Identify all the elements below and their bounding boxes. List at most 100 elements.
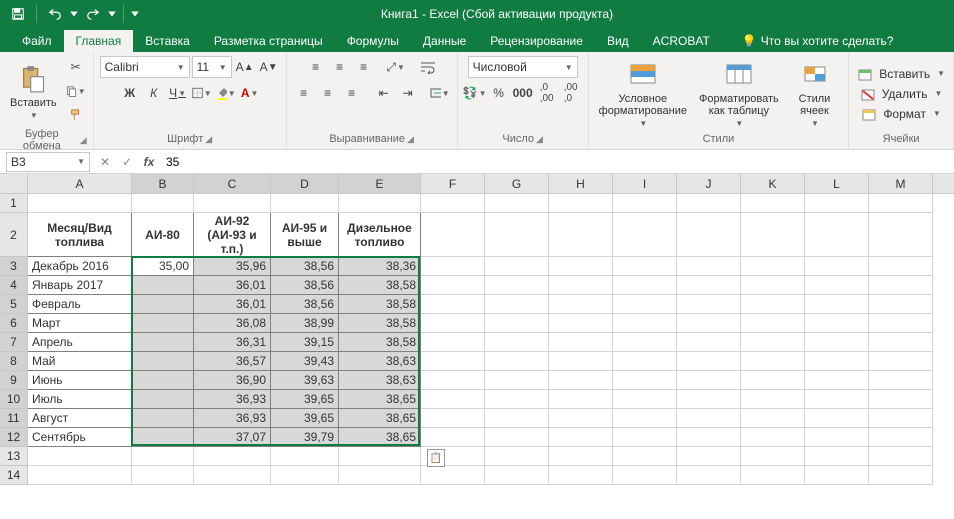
cell-A11[interactable]: Август [28,409,132,428]
cell-L9[interactable] [805,371,869,390]
cell-E12[interactable]: 38,65 [339,428,421,447]
wrap-text-button[interactable] [417,56,439,78]
cell-C12[interactable]: 37,07 [194,428,271,447]
column-header-D[interactable]: D [271,174,339,193]
cell-L1[interactable] [805,194,869,213]
cell-B12[interactable] [132,428,194,447]
save-icon[interactable] [6,2,30,26]
cell-M8[interactable] [869,352,933,371]
cell-K1[interactable] [741,194,805,213]
cell-K5[interactable] [741,295,805,314]
cell-A2[interactable]: Месяц/Вид топлива [28,213,132,257]
cell-A4[interactable]: Январь 2017 [28,276,132,295]
cell-F4[interactable] [421,276,485,295]
row-header-3[interactable]: 3 [0,257,28,276]
cell-E14[interactable] [339,466,421,485]
cell-K12[interactable] [741,428,805,447]
cell-L6[interactable] [805,314,869,333]
cell-C2[interactable]: АИ-92 (АИ-93 и т.п.) [194,213,271,257]
cell-B3[interactable]: 35,00 [132,257,194,276]
cell-I3[interactable] [613,257,677,276]
cell-E2[interactable]: Дизельное топливо [339,213,421,257]
tell-me[interactable]: 💡 Что вы хотите сделать? [730,30,906,52]
row-header-8[interactable]: 8 [0,352,28,371]
cell-K11[interactable] [741,409,805,428]
paste-options-icon[interactable]: 📋 [427,449,445,467]
cell-J12[interactable] [677,428,741,447]
cell-C1[interactable] [194,194,271,213]
cell-E11[interactable]: 38,65 [339,409,421,428]
cell-H1[interactable] [549,194,613,213]
cell-I8[interactable] [613,352,677,371]
cell-K7[interactable] [741,333,805,352]
align-bottom-button[interactable]: ≡ [353,56,375,78]
cell-G12[interactable] [485,428,549,447]
cell-D9[interactable]: 39,63 [271,371,339,390]
cell-I5[interactable] [613,295,677,314]
row-header-7[interactable]: 7 [0,333,28,352]
cell-B9[interactable] [132,371,194,390]
cell-G4[interactable] [485,276,549,295]
cell-I2[interactable] [613,213,677,257]
cell-K10[interactable] [741,390,805,409]
row-header-10[interactable]: 10 [0,390,28,409]
align-top-button[interactable]: ≡ [305,56,327,78]
cell-I7[interactable] [613,333,677,352]
orientation-button[interactable]: ⤢▼ [385,56,407,78]
grow-font-button[interactable]: A▲ [234,56,256,78]
cell-K4[interactable] [741,276,805,295]
row-header-13[interactable]: 13 [0,447,28,466]
cell-H14[interactable] [549,466,613,485]
cell-G9[interactable] [485,371,549,390]
cell-A3[interactable]: Декабрь 2016 [28,257,132,276]
cell-E8[interactable]: 38,63 [339,352,421,371]
cell-C10[interactable]: 36,93 [194,390,271,409]
cell-C9[interactable]: 36,90 [194,371,271,390]
cell-A12[interactable]: Сентябрь [28,428,132,447]
number-format-combo[interactable]: Числовой▼ [468,56,578,78]
cell-J14[interactable] [677,466,741,485]
tab-file[interactable]: Файл [10,30,64,52]
name-box[interactable]: B3▼ [6,152,90,172]
cell-G5[interactable] [485,295,549,314]
cell-E5[interactable]: 38,58 [339,295,421,314]
fx-button[interactable]: fx [138,152,160,172]
cell-M5[interactable] [869,295,933,314]
paste-button[interactable]: Вставить ▼ [6,61,61,122]
cell-H5[interactable] [549,295,613,314]
dialog-launcher-icon[interactable]: ◢ [536,134,543,145]
cell-M1[interactable] [869,194,933,213]
row-header-5[interactable]: 5 [0,295,28,314]
tab-formulas[interactable]: Формулы [335,30,411,52]
cell-L2[interactable] [805,213,869,257]
row-header-14[interactable]: 14 [0,466,28,485]
column-header-L[interactable]: L [805,174,869,193]
cell-B14[interactable] [132,466,194,485]
cell-B2[interactable]: АИ-80 [132,213,194,257]
cell-E13[interactable] [339,447,421,466]
cell-F9[interactable] [421,371,485,390]
cell-E9[interactable]: 38,63 [339,371,421,390]
cell-F7[interactable] [421,333,485,352]
cell-L5[interactable] [805,295,869,314]
insert-cells-button[interactable]: Вставить▼ [855,65,947,83]
cell-I4[interactable] [613,276,677,295]
cell-B13[interactable] [132,447,194,466]
cell-M14[interactable] [869,466,933,485]
font-color-button[interactable]: A▼ [239,82,261,104]
cell-A9[interactable]: Июнь [28,371,132,390]
cell-L3[interactable] [805,257,869,276]
cell-L11[interactable] [805,409,869,428]
column-header-E[interactable]: E [339,174,421,193]
cell-A8[interactable]: Май [28,352,132,371]
cell-H3[interactable] [549,257,613,276]
cell-G6[interactable] [485,314,549,333]
column-header-M[interactable]: M [869,174,933,193]
cell-I14[interactable] [613,466,677,485]
cell-J8[interactable] [677,352,741,371]
cell-M11[interactable] [869,409,933,428]
percent-button[interactable]: % [488,82,510,104]
cell-A5[interactable]: Февраль [28,295,132,314]
cell-D12[interactable]: 39,79 [271,428,339,447]
decrease-indent-button[interactable]: ⇤ [373,82,395,104]
